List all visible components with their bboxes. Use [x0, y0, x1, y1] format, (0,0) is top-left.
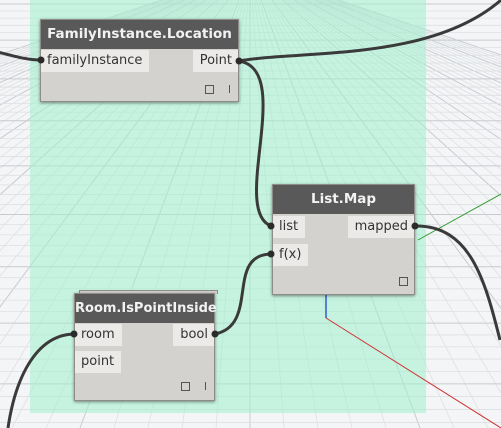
port-connectors: [37, 56, 419, 338]
connector-fx-in: [267, 250, 275, 258]
connector-list-in: [267, 222, 275, 230]
connector-mapped-out: [411, 222, 419, 230]
connector-room-in: [70, 330, 78, 338]
connector-familyinstance-in: [37, 56, 45, 64]
connector-bool-out: [211, 330, 219, 338]
graph-canvas[interactable]: FamilyInstance.Location familyInstance P…: [0, 0, 501, 428]
connector-point-out: [235, 57, 243, 65]
